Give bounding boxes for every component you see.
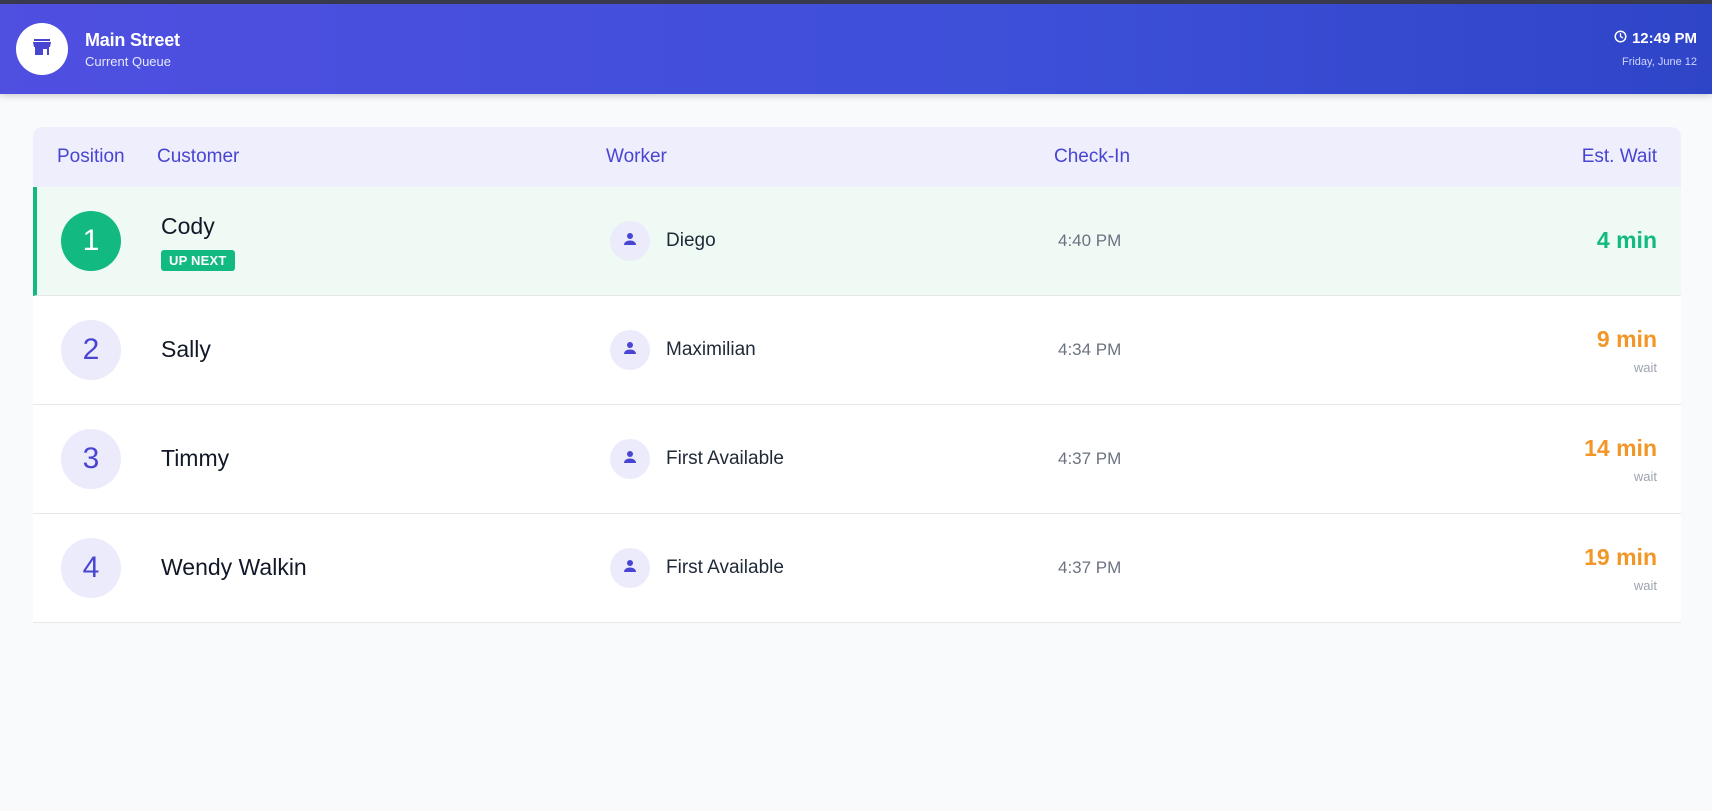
column-worker: Worker bbox=[606, 146, 667, 167]
column-customer: Customer bbox=[157, 146, 240, 167]
table-row: 2 Sally Maximilian 4:34 PM 9 min wait bbox=[33, 296, 1681, 405]
position-number: 3 bbox=[61, 429, 121, 489]
customer-name: Timmy bbox=[161, 445, 230, 471]
customer-name: Cody bbox=[161, 213, 215, 239]
checkin-time: 4:34 PM bbox=[1058, 340, 1122, 359]
est-wait: 4 min bbox=[1596, 227, 1657, 253]
table-row: 3 Timmy First Available 4:37 PM 14 min w… bbox=[33, 405, 1681, 514]
table-row: 1 Cody UP NEXT Diego 4:40 PM 4 min bbox=[33, 187, 1681, 296]
page-subtitle: Current Queue bbox=[85, 54, 171, 69]
est-wait: 9 min bbox=[1596, 326, 1657, 352]
store-icon bbox=[30, 35, 54, 64]
person-icon bbox=[621, 557, 639, 580]
column-position: Position bbox=[57, 146, 125, 167]
clock-icon bbox=[1614, 30, 1627, 47]
table-row: 4 Wendy Walkin First Available 4:37 PM 1… bbox=[33, 514, 1681, 623]
store-name: Main Street bbox=[85, 30, 180, 50]
checkin-time: 4:37 PM bbox=[1058, 558, 1122, 577]
worker-avatar bbox=[610, 221, 650, 261]
table-header: Position Customer Worker Check-In Est. W… bbox=[33, 127, 1681, 187]
current-time: 12:49 PM bbox=[1614, 30, 1697, 47]
est-wait: 19 min bbox=[1584, 544, 1657, 570]
worker-avatar bbox=[610, 330, 650, 370]
person-icon bbox=[621, 230, 639, 253]
est-wait: 14 min bbox=[1584, 435, 1657, 461]
queue-table: Position Customer Worker Check-In Est. W… bbox=[33, 127, 1681, 623]
worker-name: Maximilian bbox=[666, 339, 756, 360]
person-icon bbox=[621, 339, 639, 362]
column-est-wait: Est. Wait bbox=[1581, 146, 1657, 167]
worker-name: First Available bbox=[666, 448, 784, 469]
worker-name: First Available bbox=[666, 557, 784, 578]
wait-label: wait bbox=[1633, 578, 1657, 593]
column-checkin: Check-In bbox=[1054, 146, 1131, 167]
worker-avatar bbox=[610, 439, 650, 479]
app-header: Main Street Current Queue 12:49 PM Frida… bbox=[0, 4, 1712, 94]
customer-name: Wendy Walkin bbox=[161, 554, 307, 580]
position-number: 4 bbox=[61, 538, 121, 598]
checkin-time: 4:40 PM bbox=[1058, 231, 1122, 250]
position-number: 2 bbox=[61, 320, 121, 380]
worker-avatar bbox=[610, 548, 650, 588]
wait-label: wait bbox=[1633, 469, 1657, 484]
time-text: 12:49 PM bbox=[1631, 30, 1697, 47]
checkin-time: 4:37 PM bbox=[1058, 449, 1122, 468]
current-date: Friday, June 12 bbox=[1621, 56, 1697, 68]
customer-name: Sally bbox=[161, 336, 211, 362]
worker-name: Diego bbox=[666, 230, 716, 251]
person-icon bbox=[621, 448, 639, 471]
store-logo bbox=[16, 23, 68, 75]
wait-label: wait bbox=[1633, 360, 1657, 375]
position-number: 1 bbox=[61, 211, 121, 271]
up-next-badge: UP NEXT bbox=[161, 250, 235, 271]
